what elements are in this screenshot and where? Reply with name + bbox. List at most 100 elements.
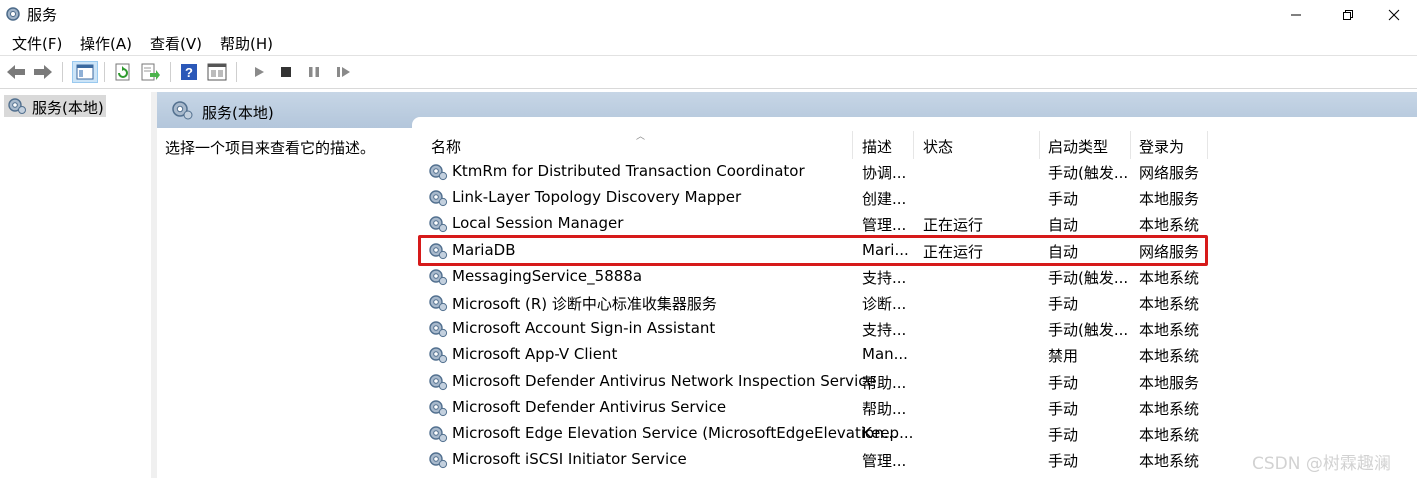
maximize-button[interactable] [1325, 0, 1371, 29]
table-row[interactable]: Microsoft (R) 诊断中心标准收集器服务 诊断... 手动 本地系统 [419, 290, 1417, 316]
cell-name: Microsoft (R) 诊断中心标准收集器服务 [452, 295, 717, 313]
cell-logon-as: 本地系统 [1139, 399, 1200, 418]
cell-name: Local Session Manager [452, 214, 624, 233]
cell-name: Microsoft Defender Antivirus Service [452, 397, 727, 416]
cell-status: 正在运行 [923, 216, 984, 235]
cell-startup-type: 手动 [1048, 190, 1079, 209]
column-divider[interactable] [852, 131, 853, 159]
service-gear-icon [428, 320, 448, 342]
table-row[interactable]: KtmRm for Distributed Transaction Coordi… [419, 159, 1417, 185]
cell-name: Microsoft iSCSI Initiator Service [452, 450, 687, 469]
menu-file[interactable]: 文件(F) [12, 33, 62, 54]
cell-logon-as: 本地系统 [1139, 216, 1200, 235]
back-arrow-icon[interactable] [5, 61, 27, 83]
table-row[interactable]: MessagingService_5888a 支持... 手动(触发... 本地… [419, 264, 1417, 290]
cell-startup-type: 手动 [1048, 295, 1079, 313]
cell-name: Microsoft Defender Antivirus Network Ins… [452, 371, 876, 390]
cell-name: Microsoft App-V Client [452, 345, 618, 364]
cell-startup-type: 手动 [1048, 452, 1079, 471]
cell-startup-type: 手动 [1048, 373, 1079, 392]
cell-logon-as: 本地系统 [1139, 347, 1200, 366]
column-divider[interactable] [913, 131, 914, 159]
cell-name: Microsoft Edge Elevation Service (Micros… [452, 424, 899, 442]
cell-logon-as: 本地系统 [1139, 295, 1200, 313]
toolbar-separator [104, 62, 105, 82]
resume-service-icon[interactable] [332, 61, 354, 83]
service-gear-icon [428, 346, 448, 368]
service-gear-icon [428, 399, 448, 421]
cell-logon-as: 本地系统 [1139, 321, 1200, 340]
services-gear-icon [7, 97, 27, 119]
sort-ascending-icon: ︿ [636, 132, 646, 142]
table-row[interactable]: Link-Layer Topology Discovery Mapper 创建.… [419, 185, 1417, 211]
cell-startup-type: 手动 [1048, 426, 1079, 444]
cell-logon-as: 本地系统 [1139, 268, 1200, 287]
highlight-annotation [418, 235, 1208, 266]
cell-name: KtmRm for Distributed Transaction Coordi… [452, 162, 805, 180]
menu-help[interactable]: 帮助(H) [220, 33, 273, 54]
cell-logon-as: 本地服务 [1139, 190, 1200, 209]
watermark: CSDN @树霖趣澜 [1252, 454, 1391, 474]
window-title: 服务 [27, 6, 58, 24]
table-row[interactable]: Microsoft App-V Client Man... 禁用 本地系统 [419, 342, 1417, 368]
column-header-name[interactable]: 名称 [431, 136, 461, 157]
properties-icon[interactable] [206, 61, 228, 83]
title-bar: 服务 [0, 0, 1417, 29]
stop-service-icon[interactable] [275, 61, 297, 83]
table-row[interactable]: Microsoft Account Sign-in Assistant 支持..… [419, 316, 1417, 342]
cell-logon-as: 本地系统 [1139, 426, 1200, 444]
cell-description: 协调... [862, 164, 907, 182]
column-header-description[interactable]: 描述 [862, 136, 892, 157]
table-row[interactable]: Local Session Manager 管理... 正在运行 自动 本地系统 [419, 211, 1417, 237]
service-gear-icon [428, 451, 448, 473]
cell-description: 创建... [862, 190, 907, 209]
close-button[interactable] [1371, 0, 1417, 29]
cell-description: 支持... [862, 268, 907, 287]
column-divider[interactable] [1207, 131, 1208, 159]
start-service-icon[interactable] [248, 61, 270, 83]
column-divider[interactable] [1039, 131, 1040, 159]
cell-logon-as: 本地服务 [1139, 373, 1200, 392]
console-tree-pane: 服务(本地) [0, 92, 152, 478]
menu-action[interactable]: 操作(A) [80, 33, 132, 54]
cell-startup-type: 手动(触发... [1048, 321, 1129, 340]
pause-service-icon[interactable] [303, 61, 325, 83]
help-icon[interactable]: ? [178, 61, 200, 83]
cell-description: 管理... [862, 452, 907, 471]
service-gear-icon [428, 425, 448, 447]
column-header-logon-as[interactable]: 登录为 [1139, 136, 1184, 157]
export-list-icon[interactable] [140, 61, 162, 83]
cell-description: 管理... [862, 216, 907, 235]
svg-text:?: ? [185, 65, 193, 80]
toolbar-separator [236, 62, 237, 82]
cell-startup-type: 手动 [1048, 399, 1079, 418]
column-header-status[interactable]: 状态 [923, 136, 953, 157]
refresh-icon[interactable] [112, 61, 134, 83]
menu-view[interactable]: 查看(V) [150, 33, 202, 54]
cell-description: 帮助... [862, 399, 907, 418]
table-row[interactable]: Microsoft Defender Antivirus Network Ins… [419, 369, 1417, 395]
cell-name: Microsoft Account Sign-in Assistant [452, 319, 716, 338]
menu-bar: 文件(F) 操作(A) 查看(V) 帮助(H) [0, 29, 1417, 56]
services-pane: 服务(本地) 选择一个项目来查看它的描述。 ︿ 名称 描述 状态 启动类型 登录… [157, 92, 1417, 478]
table-row[interactable]: Microsoft Edge Elevation Service (Micros… [419, 421, 1417, 447]
service-gear-icon [428, 189, 448, 211]
forward-arrow-icon[interactable] [32, 61, 54, 83]
services-gear-icon [4, 5, 22, 23]
cell-description: 支持... [862, 321, 907, 340]
toolbar-separator [62, 62, 63, 82]
service-gear-icon [428, 268, 448, 290]
cell-name: Link-Layer Topology Discovery Mapper [452, 188, 742, 207]
column-header-startup-type[interactable]: 启动类型 [1048, 136, 1108, 157]
table-row[interactable]: Microsoft Defender Antivirus Service 帮助.… [419, 395, 1417, 421]
service-gear-icon [428, 294, 448, 316]
cell-description: Man... [862, 345, 908, 364]
cell-startup-type: 禁用 [1048, 347, 1079, 366]
cell-logon-as: 本地系统 [1139, 452, 1200, 471]
service-gear-icon [428, 163, 448, 185]
column-divider[interactable] [1130, 131, 1131, 159]
service-gear-icon [428, 373, 448, 395]
cell-logon-as: 网络服务 [1139, 164, 1200, 182]
minimize-button[interactable] [1273, 0, 1319, 29]
show-console-tree-icon[interactable] [72, 61, 98, 83]
